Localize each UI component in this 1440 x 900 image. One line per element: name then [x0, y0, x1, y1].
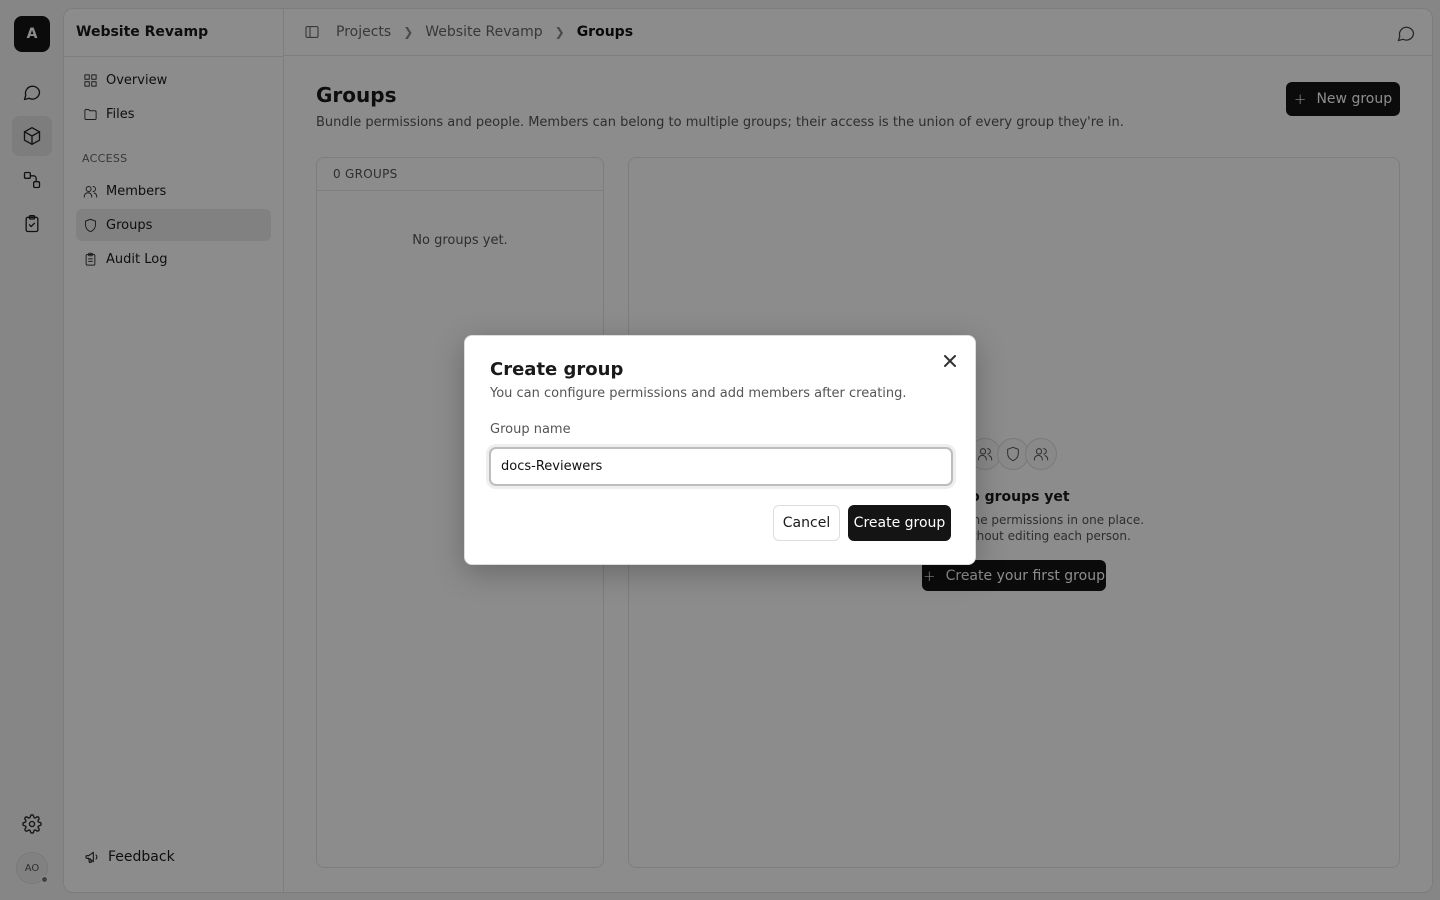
group-name-label: Group name	[490, 422, 571, 437]
group-name-input[interactable]	[489, 447, 953, 486]
close-icon[interactable]	[941, 352, 959, 370]
dialog-subtitle: You can configure permissions and add me…	[490, 386, 907, 401]
create-group-button[interactable]: Create group	[848, 505, 951, 541]
create-group-dialog: Create group You can configure permissio…	[464, 335, 976, 565]
dialog-title: Create group	[490, 359, 624, 380]
cancel-button[interactable]: Cancel	[773, 505, 840, 541]
